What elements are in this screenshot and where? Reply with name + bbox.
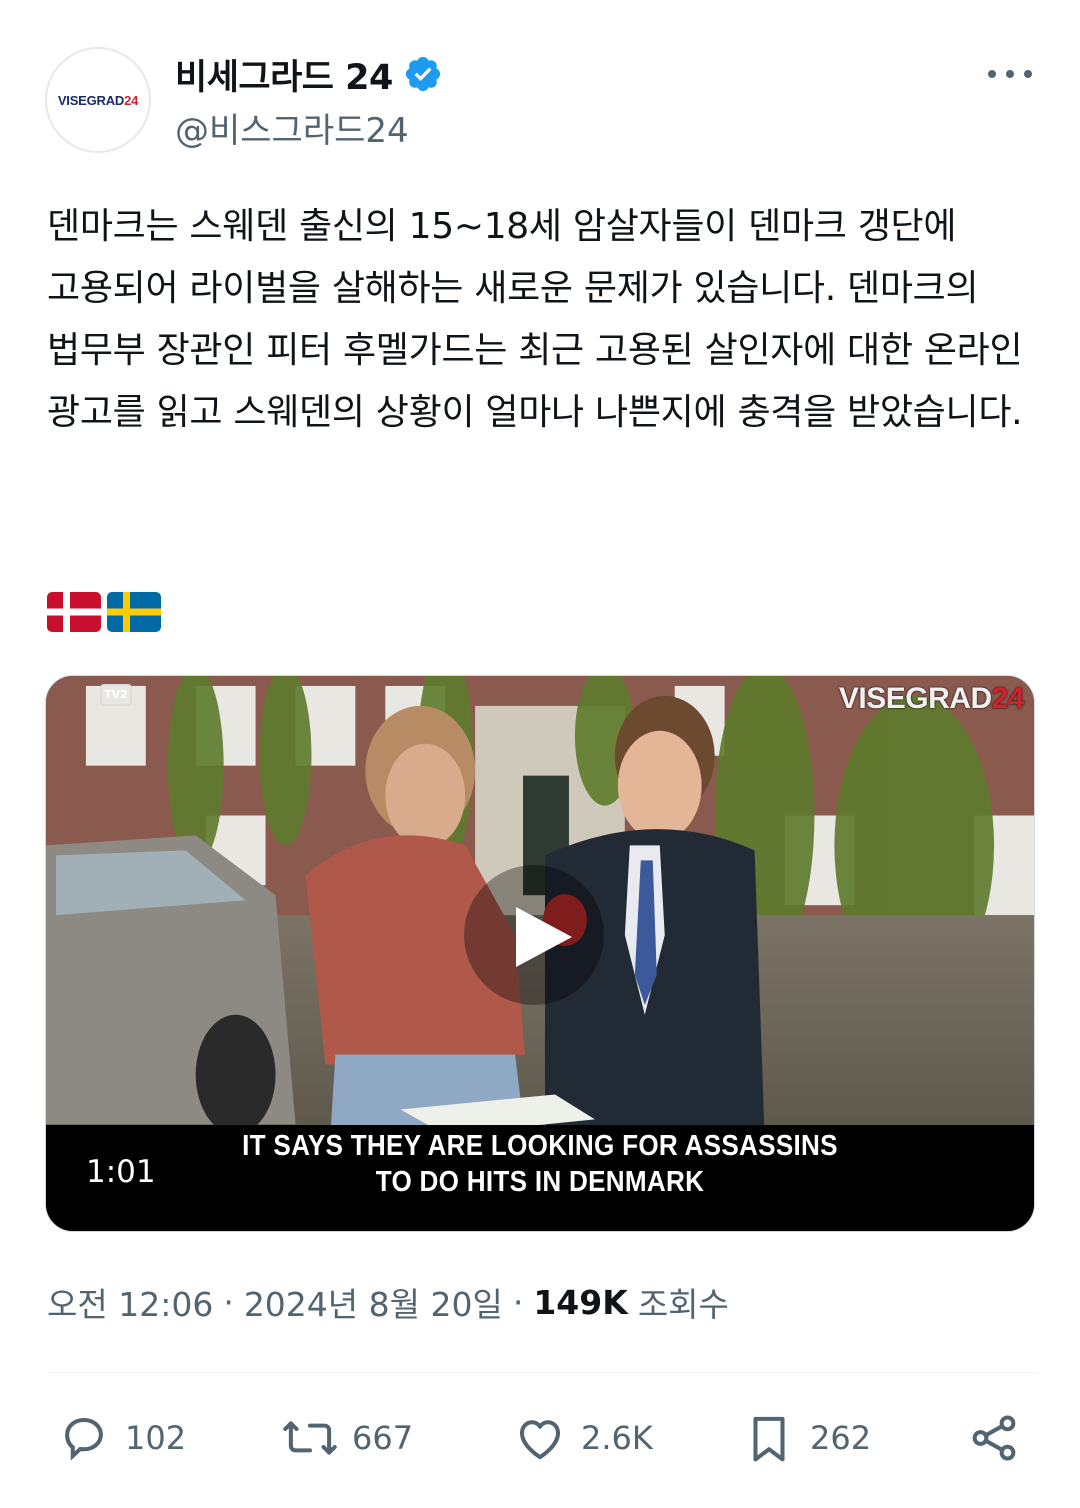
like-count: 2.6K (581, 1419, 653, 1457)
avatar-logo: VISEGRAD24 (57, 92, 139, 108)
flag-emojis (47, 592, 161, 632)
denmark-flag-icon (47, 592, 101, 632)
play-button[interactable] (464, 865, 604, 1005)
play-icon (516, 907, 572, 967)
tweet-time[interactable]: 오전 12:06 (47, 1278, 213, 1326)
repost-button[interactable]: 667 (282, 1408, 413, 1468)
video-subtitle: IT SAYS THEY ARE LOOKING FOR ASSASSINS T… (46, 1128, 1034, 1200)
reply-button[interactable]: 102 (57, 1408, 186, 1468)
video-watermark: VISEGRAD24 (838, 682, 1025, 715)
channel-logo: TV2 (100, 684, 132, 706)
views-count: 149K (533, 1282, 628, 1322)
divider (47, 1372, 1037, 1373)
dot-icon (1024, 70, 1032, 78)
heart-icon (519, 1420, 561, 1460)
subtitle-line: IT SAYS THEY ARE LOOKING FOR ASSASSINS (242, 1130, 838, 1162)
repost-count: 667 (352, 1419, 414, 1457)
repost-icon (283, 1421, 337, 1455)
tweet-text: 덴마크는 스웨덴 출신의 15~18세 암살자들이 덴마크 갱단에 고용되어 라… (47, 206, 1034, 433)
bookmark-button[interactable]: 262 (742, 1408, 871, 1468)
like-button[interactable]: 2.6K (513, 1408, 653, 1468)
share-button[interactable] (967, 1408, 1035, 1468)
reply-count: 102 (125, 1419, 187, 1457)
video-player[interactable]: TV2 VISEGRAD24 IT SAYS THEY ARE LOOKING … (45, 675, 1035, 1232)
separator-dot: · (223, 1282, 234, 1322)
bookmark-count: 262 (810, 1419, 872, 1457)
separator-dot: · (512, 1282, 524, 1322)
author-display-name[interactable]: 비세그라드 24 (175, 49, 393, 100)
tweet-meta: 오전 12:06 · 2024년 8월 20일 · 149K 조회수 (47, 1278, 729, 1326)
share-icon (972, 1415, 1016, 1461)
verified-badge-icon (405, 56, 440, 92)
more-options-button[interactable] (988, 60, 1032, 88)
dot-icon (988, 70, 996, 78)
bookmark-icon (753, 1416, 785, 1462)
views-label: 조회수 (637, 1285, 729, 1324)
action-bar: 102 667 2.6K 262 (47, 1408, 1037, 1468)
author-handle[interactable]: @비스그라드24 (175, 103, 409, 152)
reply-icon (65, 1417, 103, 1461)
tweet-date[interactable]: 2024년 8월 20일 (244, 1278, 503, 1326)
dot-icon (1006, 70, 1014, 78)
author-name-row[interactable]: 비세그라드 24 (175, 52, 443, 98)
sweden-flag-icon (107, 592, 161, 632)
video-duration: 1:01 (86, 1154, 156, 1190)
subtitle-line: TO DO HITS IN DENMARK (375, 1166, 705, 1198)
avatar[interactable]: VISEGRAD24 (45, 47, 151, 153)
